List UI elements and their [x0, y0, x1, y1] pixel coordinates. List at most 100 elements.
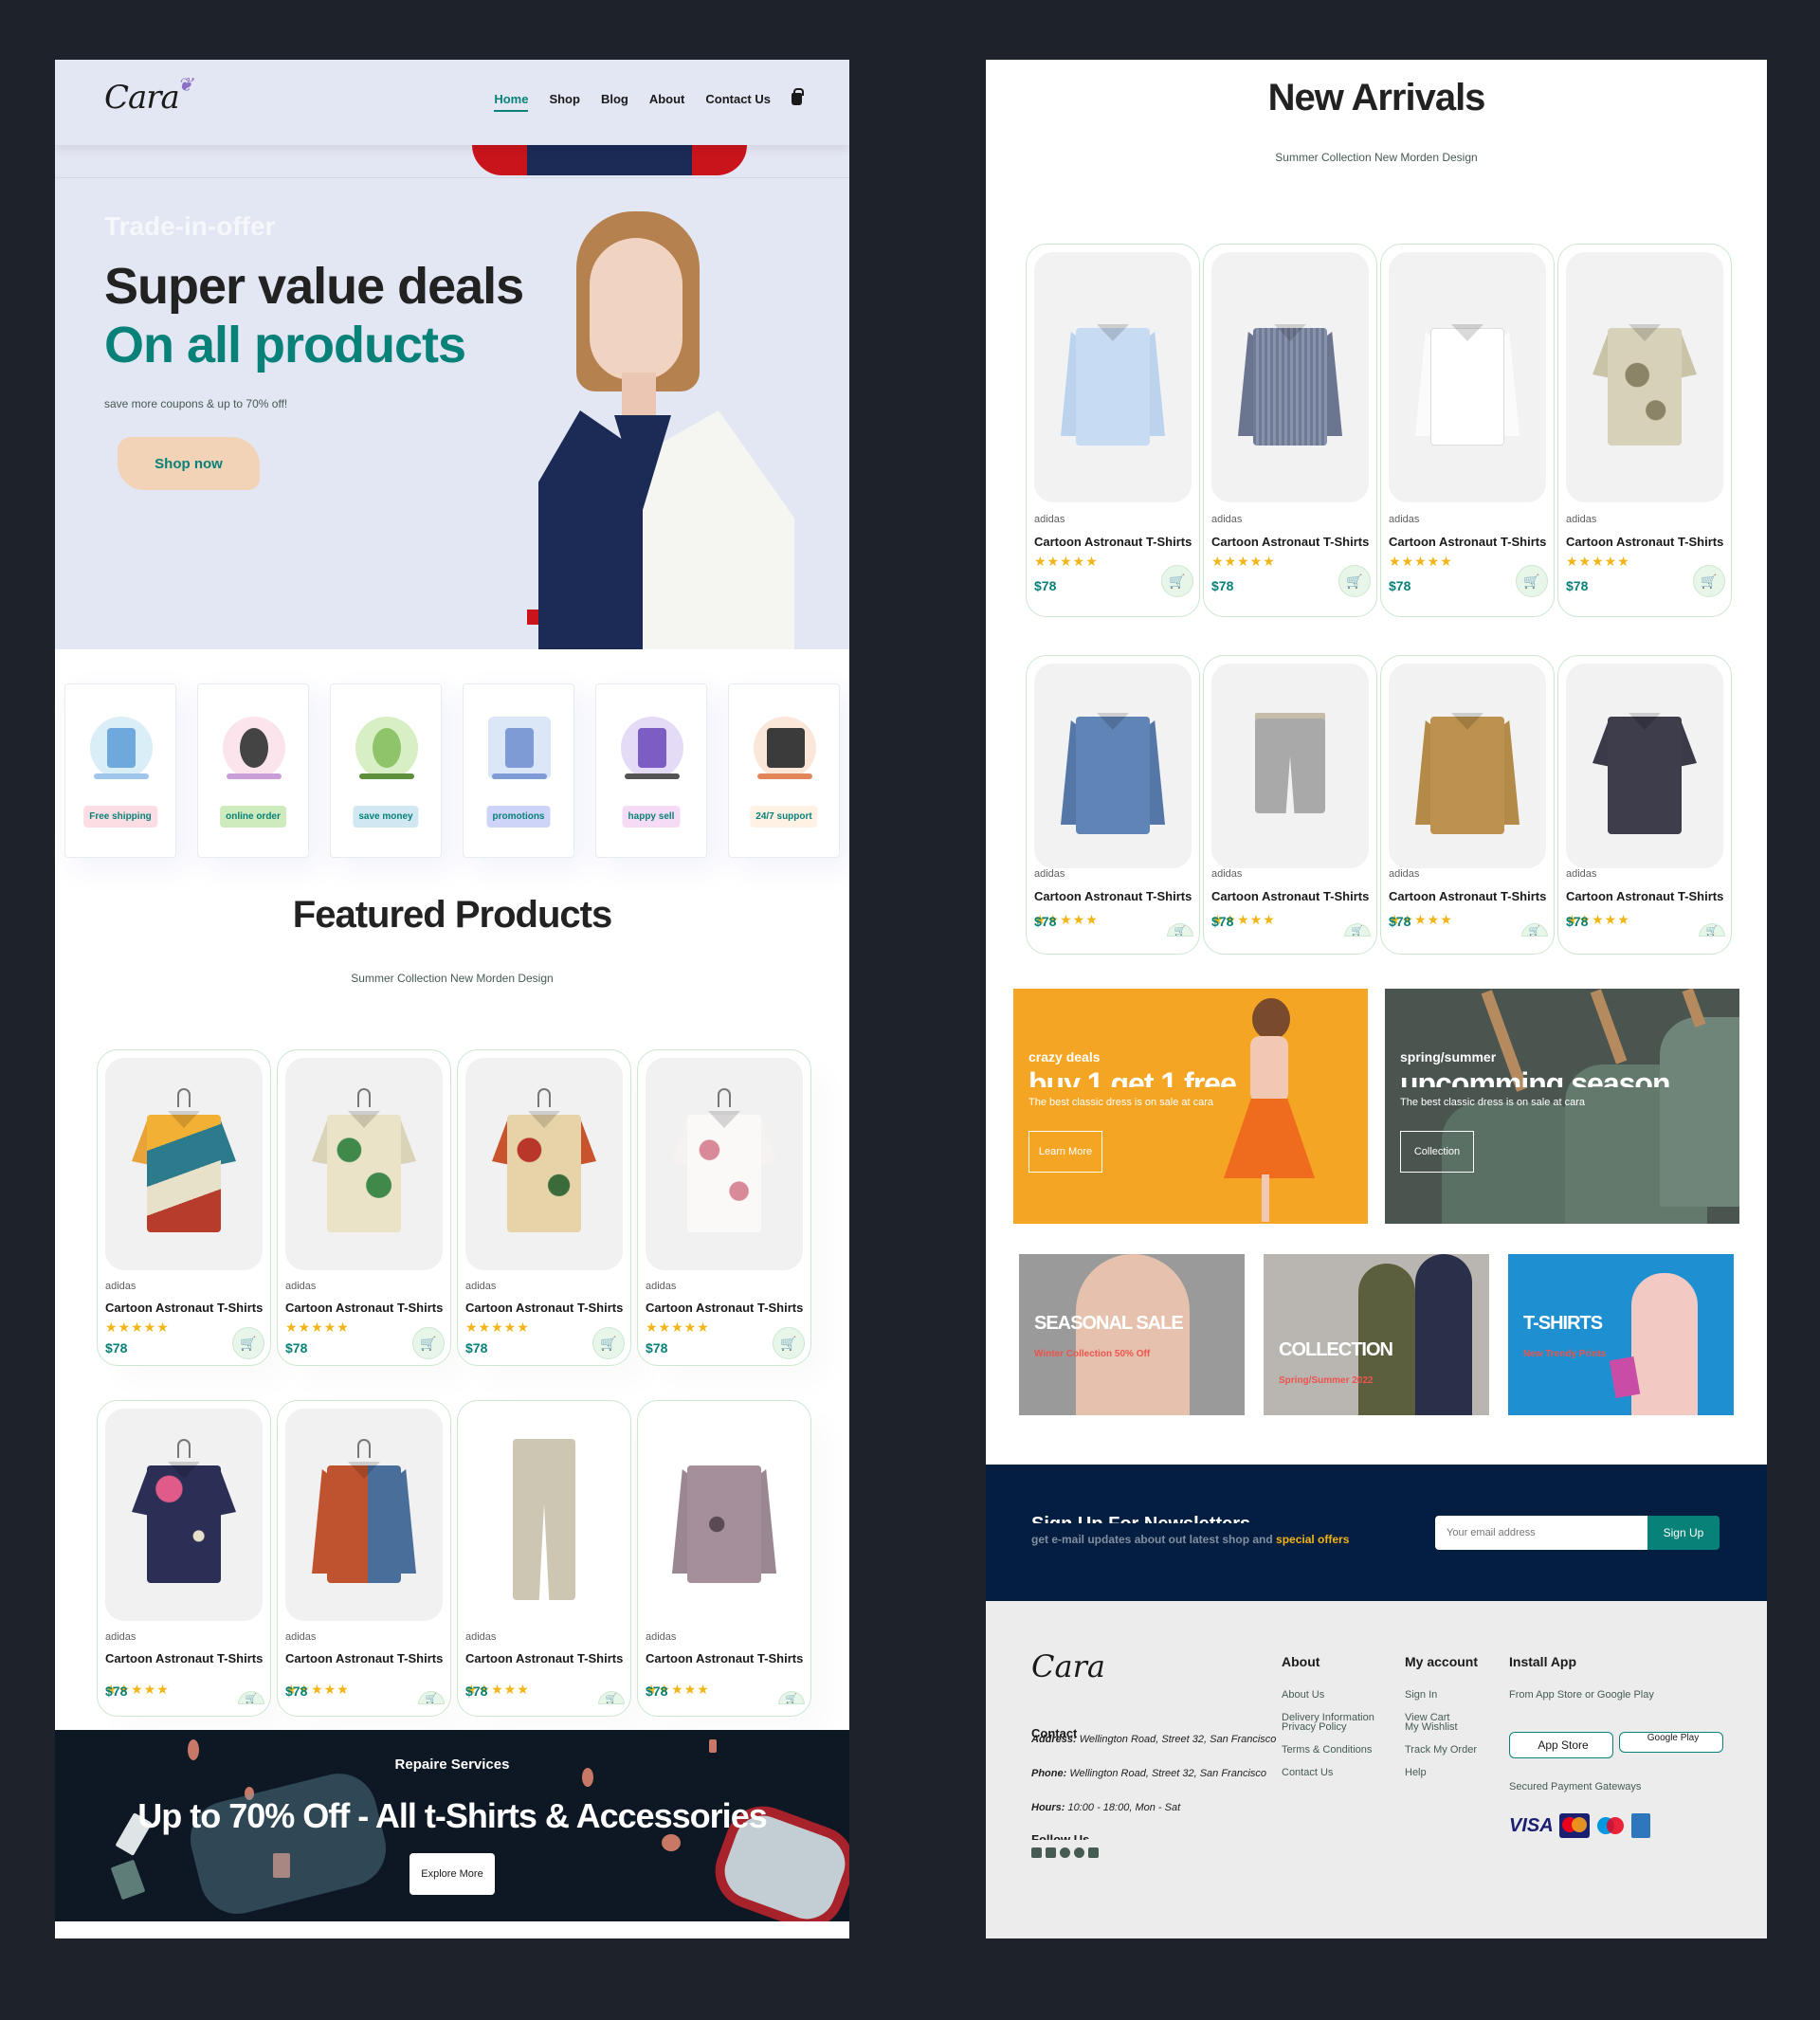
nav-links: Home Shop Blog About Contact Us [494, 88, 804, 112]
instagram-icon[interactable] [1060, 1847, 1070, 1858]
banner-subtitle: Spring/Summer 2022 [1279, 1375, 1374, 1386]
cart-icon[interactable]: 🛒 [412, 1327, 445, 1359]
shop-now-button[interactable]: Shop now [118, 437, 260, 490]
cart-icon[interactable]: 🛒 [232, 1327, 264, 1359]
footer-link[interactable]: Help [1405, 1768, 1478, 1778]
footer-link[interactable]: My Wishlist [1405, 1722, 1478, 1733]
hero-section: Trade-in-offer Super value deals On all … [55, 145, 849, 649]
footer-link[interactable]: Terms & Conditions [1282, 1745, 1374, 1756]
cart-icon[interactable]: 🛒 [592, 1327, 625, 1359]
footer-link[interactable]: Track My Order [1405, 1745, 1478, 1756]
promo-banner-collection: COLLECTION Spring/Summer 2022 [1264, 1254, 1489, 1415]
product-card[interactable]: adidas Cartoon Astronaut T-Shirts ★★★★★ … [1380, 244, 1555, 617]
footer-link[interactable]: Contact Us [1282, 1768, 1374, 1778]
footer: Cara Contact Address: Wellington Road, S… [986, 1601, 1767, 1938]
footer-logo[interactable]: Cara [1031, 1648, 1105, 1684]
youtube-icon[interactable] [1088, 1847, 1099, 1858]
nav-link-about[interactable]: About [649, 92, 685, 106]
hero-kicker: Trade-in-offer [104, 211, 276, 241]
product-card[interactable]: adidas Cartoon Astronaut T-Shirts ★★★★★ … [1203, 655, 1377, 955]
nav-link-shop[interactable]: Shop [549, 92, 580, 106]
new-arrivals-subtitle: Summer Collection New Morden Design [1275, 151, 1478, 164]
shopping-bag-icon[interactable] [792, 88, 804, 105]
product-card[interactable]: adidas Cartoon Astronaut T-Shirts ★★★★★ … [1026, 244, 1200, 617]
nav-link-contact[interactable]: Contact Us [705, 92, 771, 106]
feature-box: save money [330, 683, 442, 858]
phone-line: Phone: Wellington Road, Street 32, San F… [1031, 1768, 1267, 1779]
star-rating: ★★★★★ [465, 1319, 530, 1335]
product-card[interactable]: adidas Cartoon Astronaut T-Shirts ★★★★★ … [637, 1400, 811, 1717]
sign-up-button[interactable]: Sign Up [1647, 1516, 1720, 1550]
tshirt-image [1660, 1017, 1739, 1207]
shirt-image-icon [1592, 301, 1697, 453]
cart-icon[interactable]: 🛒 [1338, 565, 1371, 597]
feature-label: save money [353, 806, 419, 828]
nav-link-home[interactable]: Home [494, 92, 529, 112]
promo-banner-deals: crazy deals buy 1 get 1 free The best cl… [1013, 989, 1368, 1224]
banner-subtitle: Winter Collection 50% Off [1034, 1349, 1151, 1359]
cart-icon[interactable]: 🛒 [1699, 923, 1725, 937]
banner-text: The best classic dress is on sale at car… [1028, 1097, 1214, 1108]
cart-icon[interactable]: 🛒 [773, 1327, 805, 1359]
product-card[interactable]: adidas Cartoon Astronaut T-Shirts ★★★★★ … [97, 1049, 271, 1366]
banner-headline: buy 1 get 1 free [1028, 1066, 1236, 1087]
learn-more-button[interactable]: Learn More [1028, 1131, 1102, 1173]
cart-icon[interactable]: 🛒 [598, 1691, 625, 1704]
shirt-image-icon [1061, 690, 1165, 842]
model-image [1631, 1273, 1698, 1415]
newsletter-text: get e-mail updates about out latest shop… [1031, 1533, 1350, 1546]
feature-box: online order [197, 683, 309, 858]
explore-more-button[interactable]: Explore More [410, 1853, 495, 1895]
footer-link[interactable]: Sign In [1405, 1690, 1478, 1701]
footer-account-column: My account Sign In View Cart My Wishlist… [1405, 1654, 1479, 1778]
product-card[interactable]: adidas Cartoon Astronaut T-Shirts ★★★★★ … [277, 1049, 451, 1366]
product-card[interactable]: adidas Cartoon Astronaut T-Shirts ★★★★★ … [637, 1049, 811, 1366]
cart-icon[interactable]: 🛒 [1516, 565, 1548, 597]
collection-button[interactable]: Collection [1400, 1131, 1474, 1173]
cart-icon[interactable]: 🛒 [1167, 923, 1193, 937]
app-store-button[interactable]: App Store [1509, 1732, 1613, 1758]
model-image [1415, 1254, 1472, 1415]
footer-link[interactable]: Privacy Policy [1282, 1722, 1374, 1733]
product-card[interactable]: adidas Cartoon Astronaut T-Shirts ★★★★★ … [457, 1049, 631, 1366]
product-card[interactable]: adidas Cartoon Astronaut T-Shirts ★★★★★ … [457, 1400, 631, 1717]
feature-boxes: Free shipping online order save money pr… [64, 683, 840, 858]
product-card[interactable]: adidas Cartoon Astronaut T-Shirts ★★★★★ … [277, 1400, 451, 1717]
cart-icon[interactable]: 🛒 [238, 1691, 264, 1704]
feature-label: happy sell [622, 806, 681, 828]
product-card[interactable]: adidas Cartoon Astronaut T-Shirts ★★★★★ … [1380, 655, 1555, 955]
follow-heading: Follow Us [1031, 1832, 1090, 1840]
shirt-image-icon [312, 1439, 416, 1591]
twitter-icon[interactable] [1046, 1847, 1056, 1858]
cart-icon[interactable]: 🛒 [1521, 923, 1548, 937]
product-card[interactable]: adidas Cartoon Astronaut T-Shirts ★★★★★ … [1557, 244, 1732, 617]
footer-link[interactable]: About Us [1282, 1690, 1374, 1701]
shirt-image-icon [132, 1439, 236, 1591]
logo[interactable]: Cara ❦ [104, 73, 193, 117]
nav-link-blog[interactable]: Blog [601, 92, 628, 106]
facebook-icon[interactable] [1031, 1847, 1042, 1858]
google-play-button[interactable]: Google Play [1619, 1732, 1723, 1753]
email-input[interactable] [1435, 1516, 1647, 1550]
cart-icon[interactable]: 🛒 [1344, 923, 1371, 937]
cart-icon[interactable]: 🛒 [778, 1691, 805, 1704]
cart-icon[interactable]: 🛒 [1693, 565, 1725, 597]
social-links [1031, 1847, 1099, 1858]
cart-icon[interactable]: 🛒 [418, 1691, 445, 1704]
star-rating: ★★★★★ [105, 1319, 170, 1335]
product-card[interactable]: adidas Cartoon Astronaut T-Shirts ★★★★★ … [1557, 655, 1732, 955]
product-image [1566, 664, 1723, 868]
pinterest-icon[interactable] [1074, 1847, 1084, 1858]
support-illustration-icon [748, 707, 822, 787]
promo-banner-season: spring/summer upcomming season The best … [1385, 989, 1739, 1224]
product-card[interactable]: adidas Cartoon Astronaut T-Shirts ★★★★★ … [1026, 655, 1200, 955]
payment-gateways-text: Secured Payment Gateways [1509, 1781, 1642, 1793]
hero-highlight: On all products [104, 317, 466, 373]
product-card[interactable]: adidas Cartoon Astronaut T-Shirts ★★★★★ … [1203, 244, 1377, 617]
hero-model-image [510, 211, 794, 649]
address-line: Address: Wellington Road, Street 32, San… [1031, 1734, 1277, 1745]
product-image [646, 1058, 803, 1270]
cart-icon[interactable]: 🛒 [1161, 565, 1193, 597]
product-card[interactable]: adidas Cartoon Astronaut T-Shirts ★★★★★ … [97, 1400, 271, 1717]
product-image [646, 1409, 803, 1621]
